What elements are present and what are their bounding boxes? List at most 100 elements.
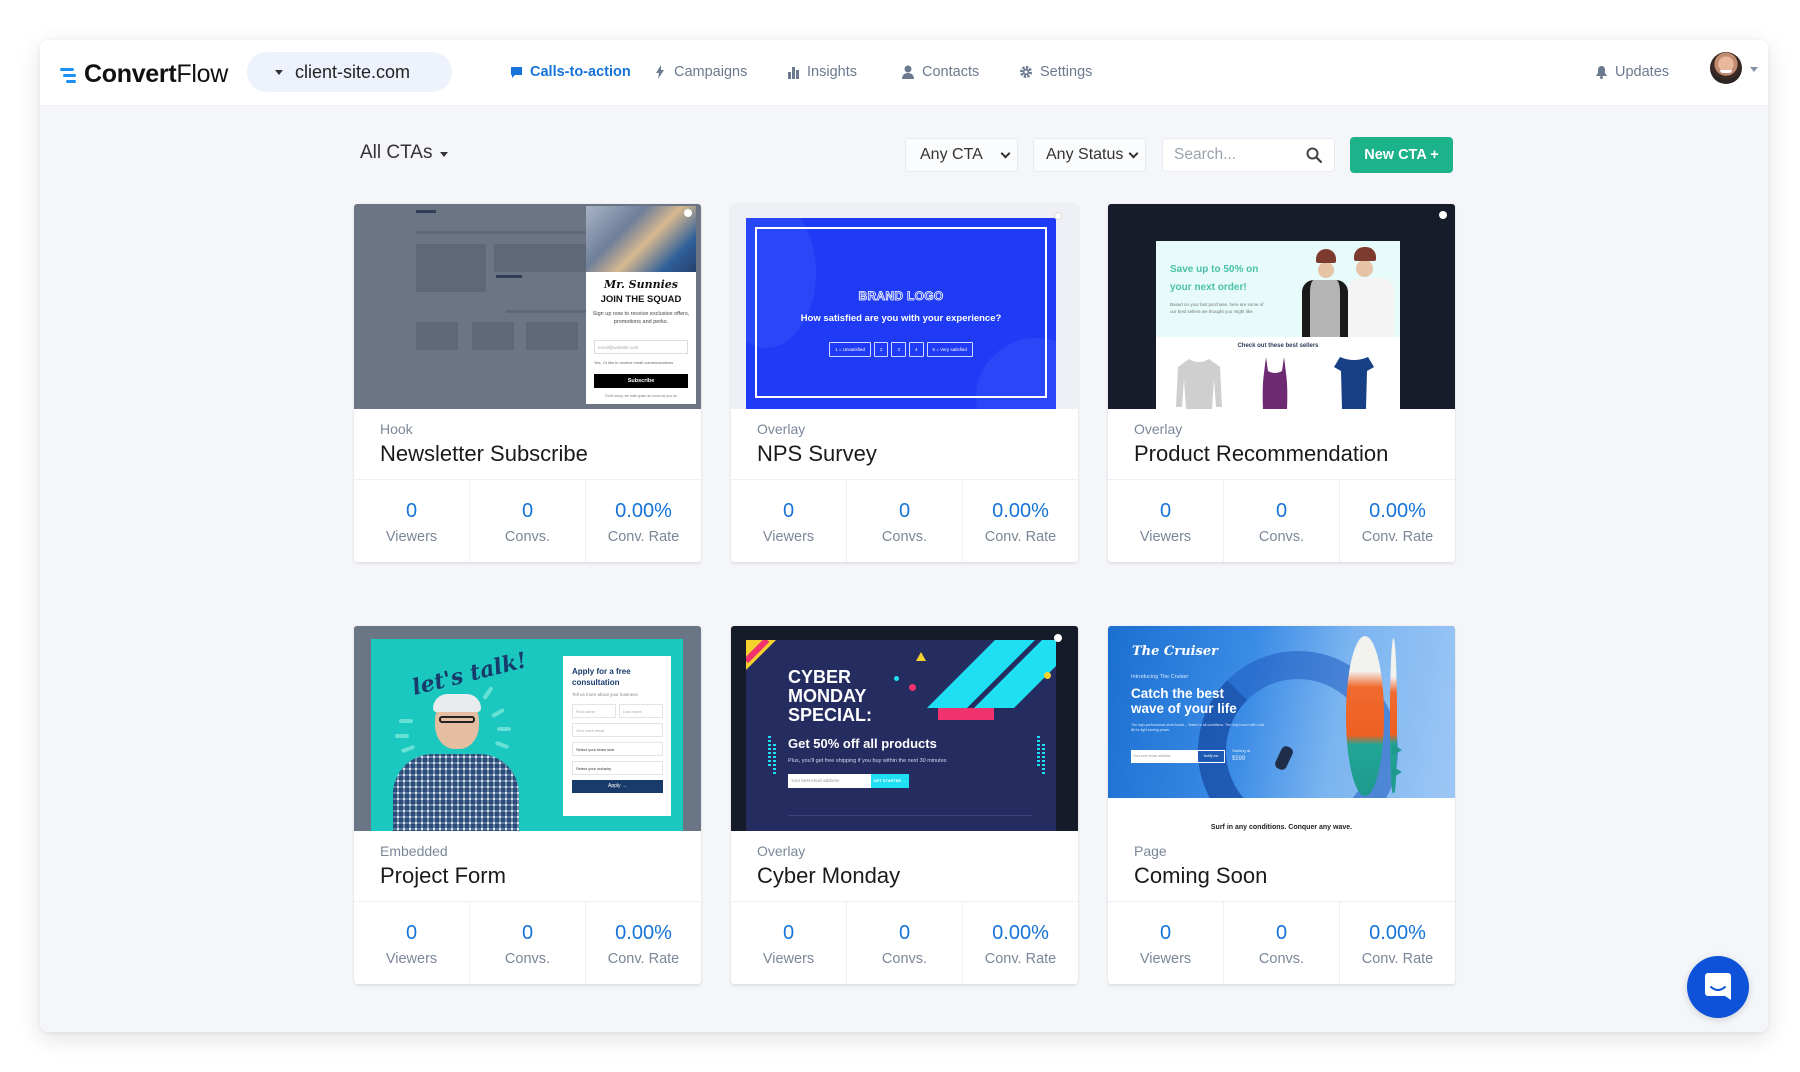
stat-label: Viewers (1139, 951, 1192, 967)
nps-option: 5 = Very satisfied (926, 342, 973, 357)
cta-title[interactable]: NPS Survey (757, 441, 1078, 467)
caret-down-icon (275, 69, 283, 75)
cta-title[interactable]: Coming Soon (1134, 863, 1455, 889)
popup-footer: Don't worry, we hate spam as much as you… (605, 394, 677, 398)
cta-preview: CYBER MONDAY SPECIAL: Get 50% off all pr… (731, 626, 1078, 831)
script-headline: let's talk! (409, 647, 530, 701)
stat-value: 0 (1159, 922, 1172, 944)
select-value: Any CTA (920, 146, 983, 163)
stat-convs: 0 Convs. (1224, 480, 1340, 562)
cta-card[interactable]: CYBER MONDAY SPECIAL: Get 50% off all pr… (731, 626, 1078, 984)
stat-viewers: 0 Viewers (1108, 480, 1224, 562)
models-photo (1296, 247, 1396, 337)
card-info: Embedded Project Form (354, 831, 701, 901)
stat-viewers: 0 Viewers (354, 480, 470, 562)
stat-value: 0.00% (992, 922, 1049, 944)
close-icon (684, 209, 692, 217)
price-value: $599 (1232, 756, 1246, 762)
cta-type: Embedded (380, 843, 448, 859)
cta-type-select[interactable]: Any CTA (905, 138, 1018, 172)
nps-popup: BRAND LOGO How satisfied are you with yo… (746, 218, 1056, 409)
nps-option: 4 (909, 342, 924, 357)
caret-down-icon[interactable] (1750, 67, 1758, 72)
stat-label: Viewers (385, 951, 438, 967)
stat-label: Conv. Rate (984, 951, 1057, 967)
lightning-icon (652, 64, 668, 80)
all-ctas-dropdown[interactable]: All CTAs (360, 142, 449, 164)
card-info: Overlay Cyber Monday (731, 831, 1078, 901)
stat-value: 0 (1275, 922, 1288, 944)
popup-subtext: Sign up now to receive exclusive offers,… (592, 311, 690, 325)
chat-launcher-button[interactable] (1687, 956, 1749, 1018)
bell-icon (1596, 65, 1607, 79)
site-name: client-site.com (295, 61, 411, 82)
page-brand: The Cruiser (1132, 644, 1218, 659)
cta-stats: 0 Viewers 0 Convs. 0.00% Conv. Rate (731, 479, 1078, 562)
popup-headline: Save up to 50% on your next order! (1170, 264, 1259, 293)
cta-title[interactable]: Newsletter Subscribe (380, 441, 701, 467)
notify-me-button: Notify me (1197, 750, 1225, 763)
nav-label: Settings (1040, 64, 1093, 80)
nav-label: Calls-to-action (530, 64, 631, 80)
popup-get-started-button: GET STARTED → (871, 774, 909, 788)
stat-value: 0.00% (992, 500, 1049, 522)
popup-offer: Get 50% off all products (788, 736, 937, 751)
cta-stats: 0 Viewers 0 Convs. 0.00% Conv. Rate (354, 479, 701, 562)
stat-rate: 0.00% Conv. Rate (1340, 902, 1455, 984)
new-cta-button[interactable]: New CTA + (1350, 137, 1453, 173)
cta-title[interactable]: Cyber Monday (757, 863, 1078, 889)
stat-value: 0 (1275, 500, 1288, 522)
price-label: Starting at (1232, 748, 1251, 753)
cta-card[interactable]: Mr. Sunnies JOIN THE SQUAD Sign up now t… (354, 204, 701, 562)
cta-preview: Save up to 50% on your next order! Based… (1108, 204, 1455, 409)
page-intro: Introducing The Cruiser (1131, 674, 1189, 680)
cta-card[interactable]: The Cruiser Introducing The Cruiser Catc… (1108, 626, 1455, 984)
site-selector[interactable]: client-site.com (247, 52, 452, 92)
logo-icon (60, 67, 80, 83)
apply-button: Apply → (572, 780, 663, 793)
brand-name-bold: Convert (84, 60, 177, 88)
stat-rate: 0.00% Conv. Rate (586, 480, 701, 562)
cta-title[interactable]: Product Recommendation (1134, 441, 1455, 467)
stat-value: 0.00% (615, 922, 672, 944)
stat-label: Conv. Rate (607, 951, 680, 967)
logo[interactable]: ConvertFlow (60, 60, 228, 89)
popup-headline: CYBER MONDAY SPECIAL: (788, 667, 873, 725)
user-avatar[interactable] (1710, 52, 1742, 84)
search-input[interactable] (1163, 139, 1293, 171)
stat-convs: 0 Convs. (847, 480, 963, 562)
nav-settings[interactable]: Settings (1018, 64, 1092, 80)
popup-subscribe-button: Subscribe (594, 374, 688, 388)
updates-button[interactable]: Updates (1596, 64, 1669, 80)
search-icon[interactable] (1306, 147, 1323, 168)
popup-brand-logo: BRAND LOGO (858, 289, 944, 304)
search-box (1162, 138, 1335, 172)
cta-card[interactable]: BRAND LOGO How satisfied are you with yo… (731, 204, 1078, 562)
stat-convs: 0 Convs. (847, 902, 963, 984)
cta-stats: 0 Viewers 0 Convs. 0.00% Conv. Rate (731, 901, 1078, 984)
cta-card[interactable]: let's talk! Apply for a free consultatio… (354, 626, 701, 984)
popup-question: How satisfied are you with your experien… (800, 313, 1002, 324)
cta-stats: 0 Viewers 0 Convs. 0.00% Conv. Rate (1108, 901, 1455, 984)
close-icon (1439, 211, 1447, 219)
status-select[interactable]: Any Status (1033, 138, 1146, 172)
page-email-field: Your best email address (1131, 750, 1197, 763)
stat-value: 0 (405, 922, 418, 944)
cta-title[interactable]: Project Form (380, 863, 701, 889)
bar-chart-icon (785, 64, 801, 80)
popup-consent: Yes, I'd like to receive email communica… (594, 360, 674, 365)
stat-label: Convs. (1258, 951, 1305, 967)
popup-brand: Mr. Sunnies (604, 278, 678, 291)
nav-campaigns[interactable]: Campaigns (652, 64, 747, 80)
chat-smile-icon (1705, 973, 1731, 1000)
stat-value: 0 (782, 500, 795, 522)
cta-preview: BRAND LOGO How satisfied are you with yo… (731, 204, 1078, 409)
app-window: ConvertFlow client-site.com Calls-to-act… (40, 40, 1768, 1032)
nav-contacts[interactable]: Contacts (900, 64, 979, 80)
cta-card[interactable]: Save up to 50% on your next order! Based… (1108, 204, 1455, 562)
stat-value: 0 (521, 922, 534, 944)
popup-headline: JOIN THE SQUAD (600, 294, 682, 305)
tshirt-product-image (1334, 357, 1374, 409)
nav-insights[interactable]: Insights (785, 64, 857, 80)
nav-calls-to-action[interactable]: Calls-to-action (508, 64, 631, 80)
